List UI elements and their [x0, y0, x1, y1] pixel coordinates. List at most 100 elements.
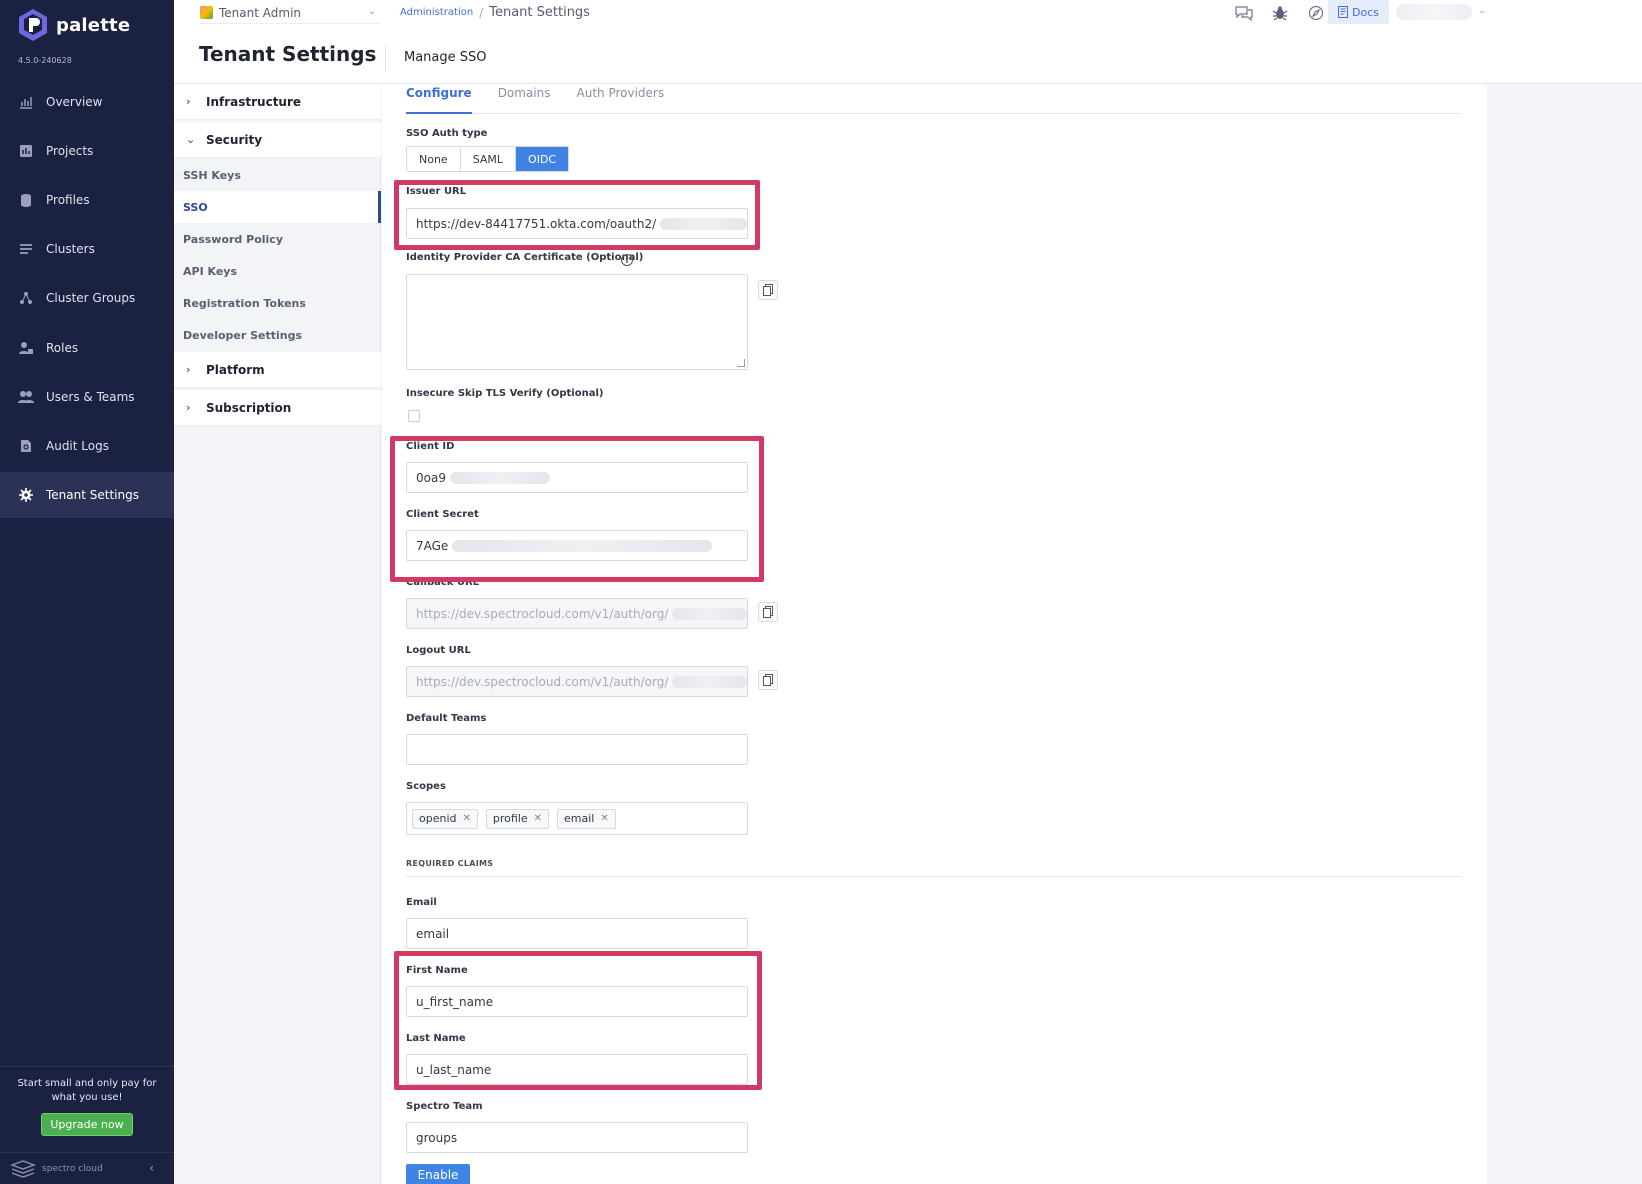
callback-url-value: https://dev.spectrocloud.com/v1/auth/org…	[416, 606, 669, 621]
tab-auth-providers[interactable]: Auth Providers	[577, 84, 665, 114]
scopes-input[interactable]: openid ✕ profile ✕ email ✕	[406, 802, 748, 835]
menu-group-label: Platform	[206, 362, 265, 377]
copy-icon	[763, 284, 773, 296]
chevron-down-icon[interactable]: ⌄	[1478, 6, 1486, 16]
scopes-label: Scopes	[406, 781, 446, 792]
upgrade-now-button[interactable]: Upgrade now	[41, 1113, 133, 1136]
chat-icon[interactable]	[1234, 3, 1254, 23]
brand-name: palette	[56, 14, 131, 36]
client-secret-value: 7AGe	[416, 538, 449, 553]
breadcrumb-administration[interactable]: Administration	[400, 7, 473, 18]
stack-icon	[18, 192, 34, 208]
close-icon[interactable]: ✕	[600, 813, 608, 824]
last-name-input[interactable]: u_last_name	[406, 1054, 748, 1085]
book-icon	[1338, 6, 1348, 18]
tabs: Configure Domains Auth Providers	[406, 84, 1461, 114]
nav-item-projects[interactable]: Projects	[0, 128, 174, 174]
ca-cert-textarea[interactable]	[406, 274, 748, 370]
client-secret-label: Client Secret	[406, 509, 479, 520]
client-id-input[interactable]: 0oa9	[406, 462, 748, 493]
close-icon[interactable]: ✕	[463, 813, 471, 824]
insecure-label: Insecure Skip TLS Verify (Optional)	[406, 388, 604, 399]
ca-cert-label: Identity Provider CA Certificate (Option…	[406, 252, 644, 263]
menu-group-subscription[interactable]: › Subscription	[174, 390, 381, 426]
chevron-down-icon: ⌄	[367, 6, 376, 17]
nav-label: Overview	[46, 95, 103, 109]
scope-tag-label: profile	[492, 812, 528, 825]
menu-item-ssh-keys[interactable]: SSH Keys	[174, 159, 381, 191]
sso-config-panel: Configure Domains Auth Providers SSO Aut…	[382, 84, 1487, 1184]
menu-item-registration-tokens[interactable]: Registration Tokens	[174, 287, 381, 319]
page-title: Tenant Settings	[199, 42, 377, 66]
menu-group-security[interactable]: ⌄ Security	[174, 122, 381, 158]
logout-url-value: https://dev.spectrocloud.com/v1/auth/org…	[416, 674, 669, 689]
user-menu[interactable]	[1396, 4, 1472, 20]
info-icon[interactable]: i	[621, 254, 633, 266]
copy-ca-cert-button[interactable]	[758, 280, 778, 300]
sso-auth-type-label: SSO Auth type	[406, 128, 488, 139]
menu-item-sso[interactable]: SSO	[174, 191, 381, 223]
issuer-url-input[interactable]: https://dev-84417751.okta.com/oauth2/	[406, 208, 748, 239]
menu-item-password-policy[interactable]: Password Policy	[174, 223, 381, 255]
sso-auth-type-selector: None SAML OIDC	[406, 146, 570, 172]
email-claim-input[interactable]: email	[406, 918, 748, 949]
projects-icon	[18, 143, 34, 159]
menu-group-platform[interactable]: › Platform	[174, 352, 381, 388]
gear-icon	[18, 487, 34, 503]
scope-label: Tenant Admin	[219, 5, 302, 20]
menu-item-developer-settings[interactable]: Developer Settings	[174, 319, 381, 351]
nav-label: Tenant Settings	[46, 488, 139, 502]
auth-type-saml[interactable]: SAML	[460, 147, 517, 171]
spectro-team-input[interactable]: groups	[406, 1122, 748, 1153]
copy-callback-url-button[interactable]	[758, 602, 778, 622]
menu-item-api-keys[interactable]: API Keys	[174, 255, 381, 287]
nav-item-cluster-groups[interactable]: Cluster Groups	[0, 275, 174, 321]
close-icon[interactable]: ✕	[534, 813, 542, 824]
docs-button[interactable]: Docs	[1328, 0, 1389, 24]
chevron-right-icon: ›	[186, 95, 191, 108]
menu-group-label: Subscription	[206, 400, 292, 415]
brand[interactable]: palette	[18, 8, 130, 42]
copy-logout-url-button[interactable]	[758, 670, 778, 690]
nav-label: Audit Logs	[46, 439, 109, 453]
collapse-sidebar-icon[interactable]: ‹	[149, 1161, 154, 1175]
email-claim-label: Email	[406, 897, 437, 908]
default-teams-input[interactable]	[406, 734, 748, 765]
version-label: 4.5.0-240628	[18, 56, 72, 65]
nav-item-roles[interactable]: Roles	[0, 325, 174, 371]
tab-domains[interactable]: Domains	[498, 84, 551, 114]
network-icon	[18, 290, 34, 306]
tab-configure[interactable]: Configure	[406, 84, 472, 114]
menu-group-infrastructure[interactable]: › Infrastructure	[174, 84, 381, 120]
insecure-skip-tls-checkbox[interactable]	[408, 410, 420, 422]
client-secret-input[interactable]: 7AGe	[406, 530, 748, 561]
redacted-value	[449, 471, 550, 484]
auth-type-oidc[interactable]: OIDC	[516, 147, 569, 171]
section-divider	[406, 876, 1461, 877]
nav-item-users-teams[interactable]: Users & Teams	[0, 374, 174, 420]
chevron-down-icon: ⌄	[186, 133, 196, 146]
first-name-input[interactable]: u_first_name	[406, 986, 748, 1017]
redacted-value	[452, 539, 713, 552]
scope-selector[interactable]: Tenant Admin ⌄	[200, 2, 380, 24]
palette-logo-icon	[19, 9, 47, 41]
nav-item-overview[interactable]: Overview	[0, 79, 174, 125]
nav-label: Projects	[46, 144, 94, 158]
compass-icon[interactable]	[1306, 3, 1326, 23]
nav-item-clusters[interactable]: Clusters	[0, 226, 174, 272]
issuer-url-value: https://dev-84417751.okta.com/oauth2/	[416, 216, 657, 231]
nav-item-tenant-settings[interactable]: Tenant Settings	[0, 472, 174, 518]
nav-item-audit-logs[interactable]: Audit Logs	[0, 423, 174, 469]
bug-icon[interactable]	[1270, 3, 1290, 23]
logout-url-input: https://dev.spectrocloud.com/v1/auth/org…	[406, 666, 748, 697]
callback-url-input: https://dev.spectrocloud.com/v1/auth/org…	[406, 598, 748, 629]
first-name-label: First Name	[406, 965, 468, 976]
auth-type-none[interactable]: None	[407, 147, 461, 171]
page-header: Tenant Settings Manage SSO	[174, 26, 1642, 84]
breadcrumb-current: Tenant Settings	[489, 5, 590, 20]
enable-button[interactable]: Enable	[406, 1164, 470, 1184]
menu-group-label: Security	[206, 132, 263, 147]
resize-handle[interactable]	[737, 359, 745, 367]
nav-item-profiles[interactable]: Profiles	[0, 177, 174, 223]
scope-tag-label: openid	[419, 812, 457, 825]
